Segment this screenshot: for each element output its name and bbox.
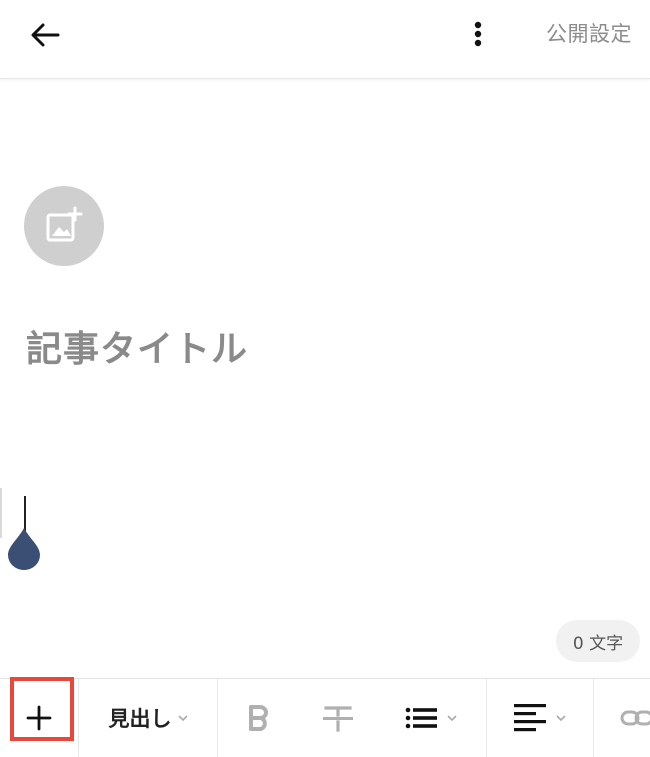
- plus-icon: [26, 705, 52, 731]
- top-bar: 公開設定: [0, 0, 650, 79]
- bold-icon: [249, 705, 268, 731]
- character-count-badge: 0 文字: [556, 620, 640, 662]
- link-button[interactable]: [594, 679, 650, 757]
- bold-button[interactable]: [218, 679, 300, 757]
- add-image-icon: [46, 206, 83, 242]
- chevron-down-icon: [177, 715, 188, 722]
- align-dropdown[interactable]: [487, 679, 593, 757]
- more-button[interactable]: [460, 14, 496, 54]
- chevron-down-icon: [556, 715, 566, 722]
- publish-settings-button[interactable]: 公開設定: [546, 18, 632, 48]
- list-dropdown[interactable]: [376, 679, 486, 757]
- add-eyecatch-button[interactable]: [24, 186, 104, 266]
- chevron-down-icon: [447, 715, 457, 722]
- strikethrough-icon: [323, 706, 353, 732]
- strikethrough-button[interactable]: [300, 679, 376, 757]
- heading-label: 見出し: [108, 707, 172, 731]
- arrow-left-icon: [31, 23, 60, 47]
- body-margin-line: [0, 488, 2, 538]
- cursor-handle[interactable]: [7, 526, 41, 570]
- back-button[interactable]: [22, 15, 68, 55]
- article-title-field[interactable]: 記事タイトル: [26, 320, 248, 372]
- list-icon: [405, 707, 437, 729]
- add-block-button[interactable]: [0, 679, 78, 757]
- link-icon: [620, 710, 650, 726]
- more-vertical-icon: [474, 21, 482, 47]
- heading-dropdown[interactable]: 見出し: [79, 679, 217, 757]
- align-left-icon: [514, 704, 546, 732]
- formatting-toolbar: 見出し: [0, 678, 650, 757]
